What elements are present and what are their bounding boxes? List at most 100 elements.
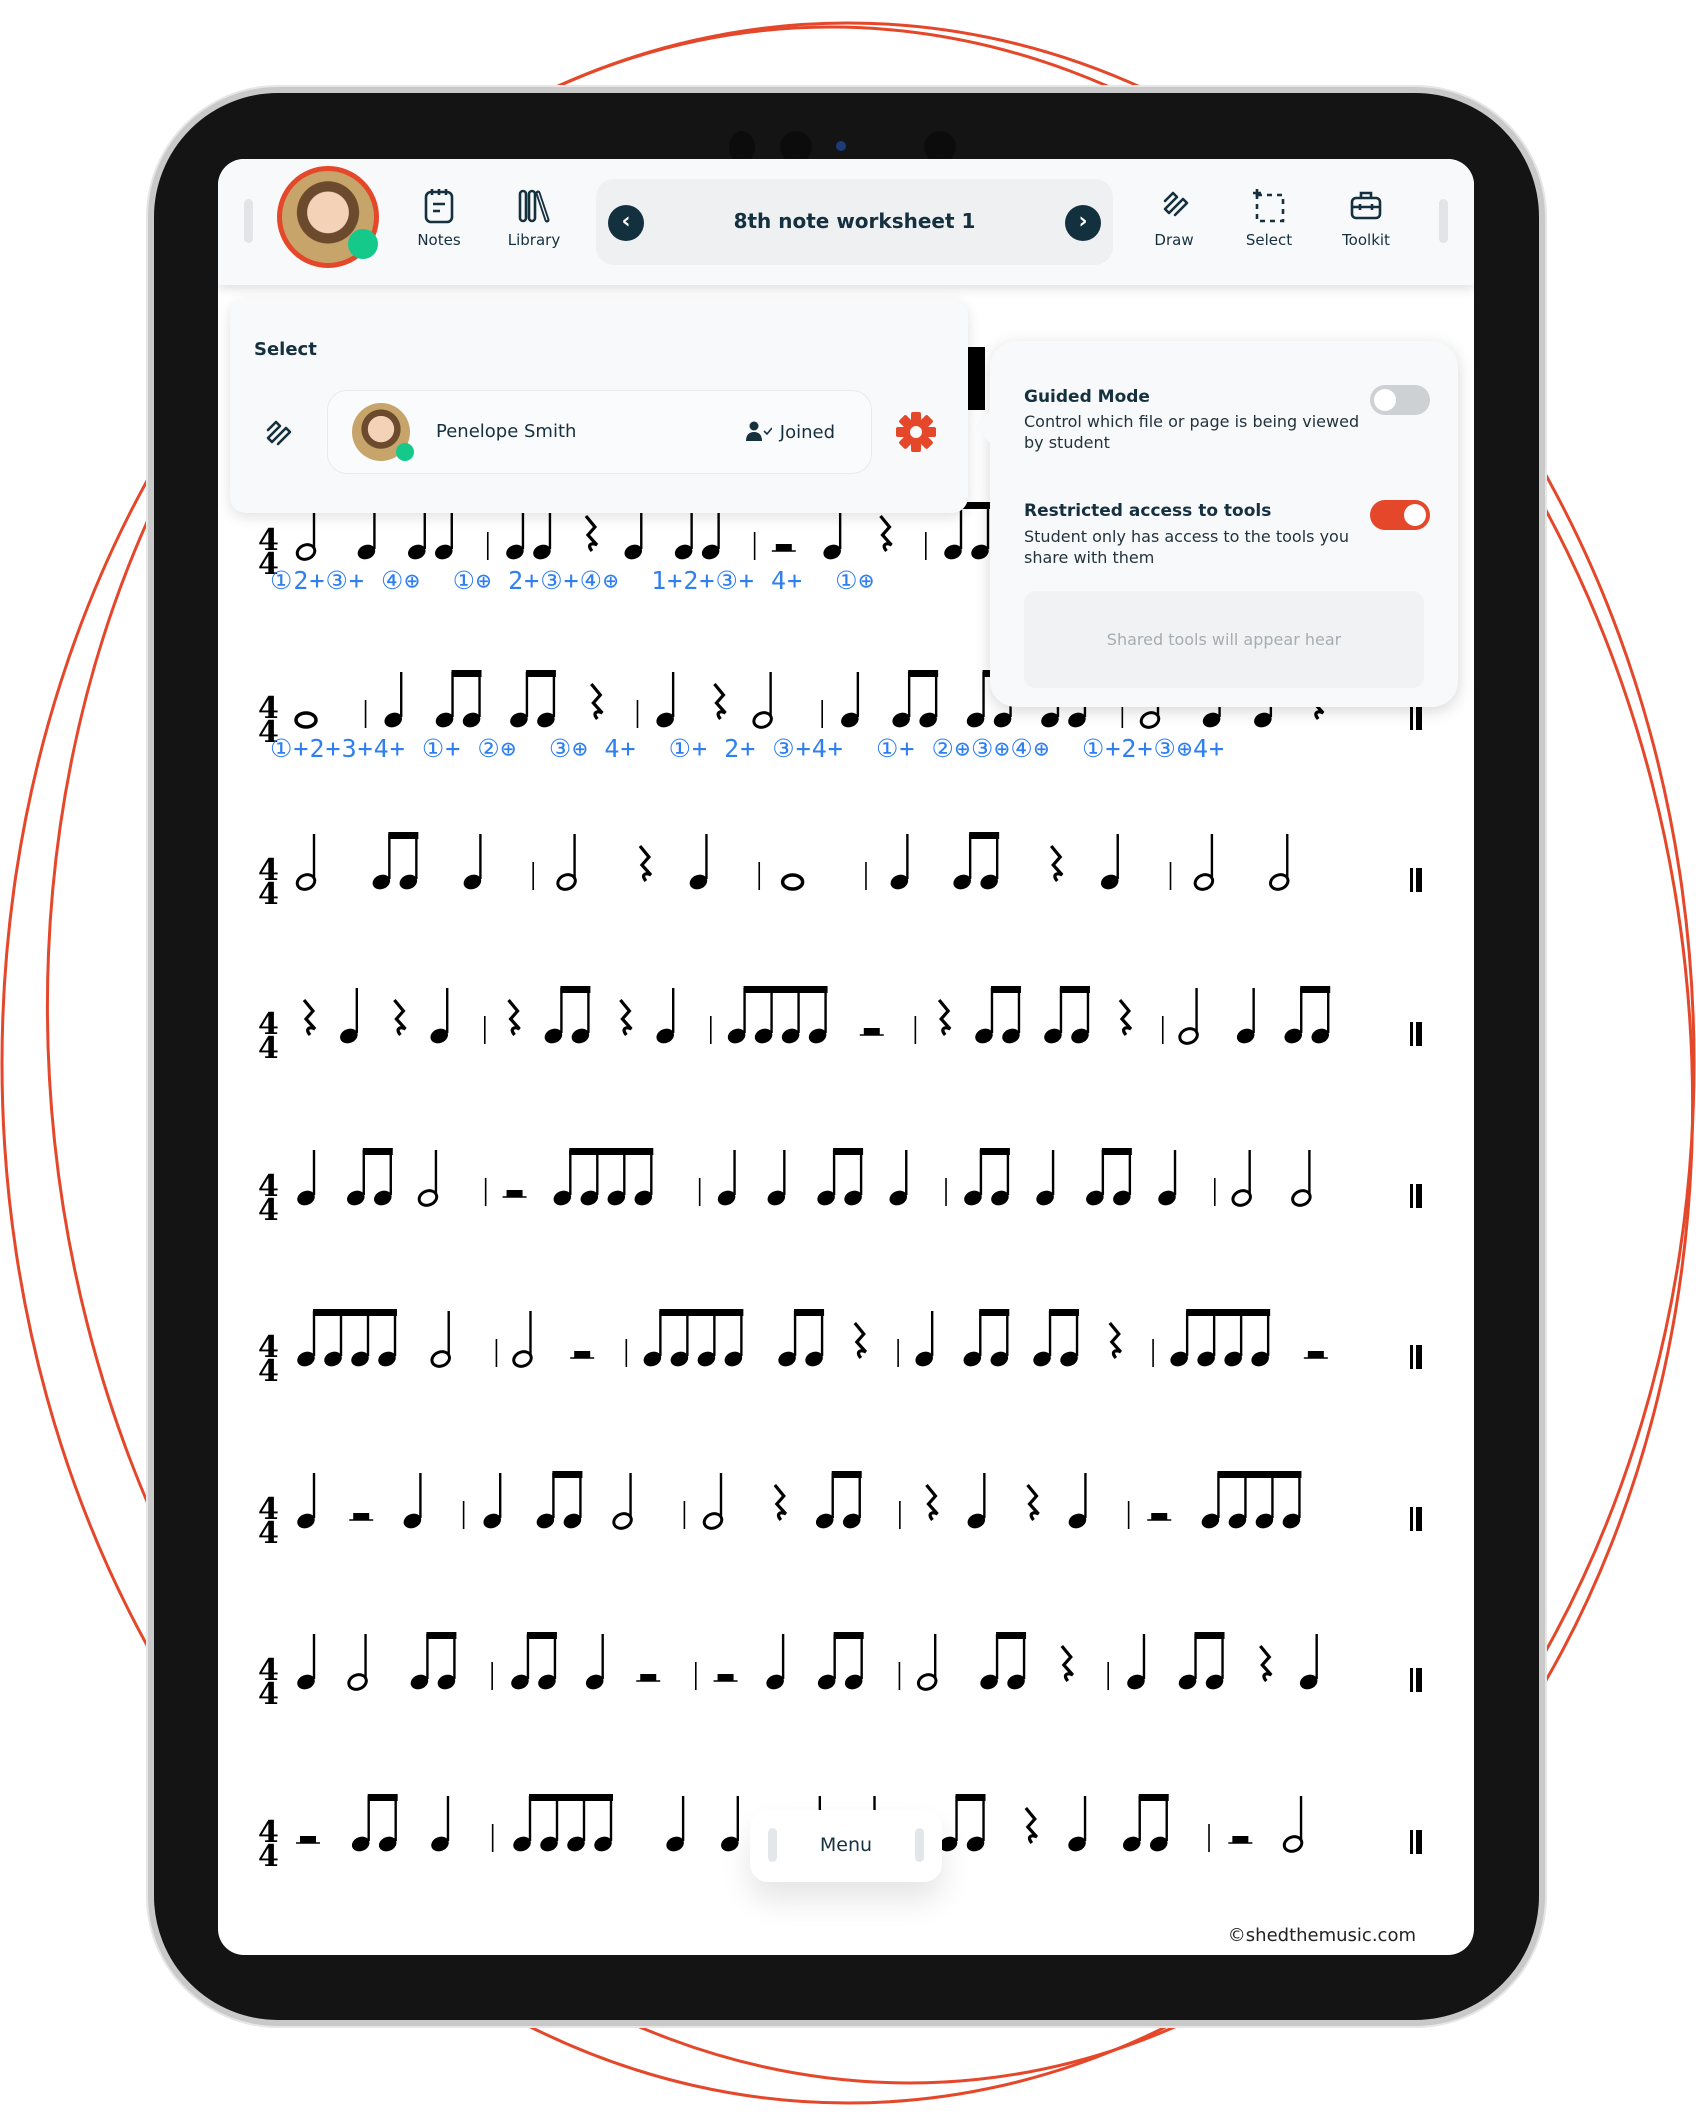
- menu-label: Menu: [819, 1834, 873, 1856]
- draw-button[interactable]: Draw: [1129, 187, 1219, 249]
- half-rest: [300, 1836, 316, 1843]
- final-barline: [1416, 1184, 1422, 1208]
- handwritten-counting-annotation: ①+2+3+4+ ①+ ②⊕ ③⊕ 4+ ①+ 2+ ③+4+ ①+ ②⊕③⊕④…: [270, 734, 1226, 763]
- student-avatar: [352, 403, 414, 461]
- whole-note: [294, 711, 318, 729]
- quarter-rest: [1026, 1483, 1040, 1522]
- time-signature-bottom: 4: [258, 1031, 279, 1066]
- draw-squiggle-icon: [1163, 191, 1189, 217]
- beam: [969, 832, 1000, 839]
- notes-label: Notes: [417, 231, 461, 249]
- beam: [833, 1148, 864, 1155]
- quarter-rest: [638, 844, 653, 883]
- quarter-rest: [773, 1483, 788, 1522]
- beam: [1194, 1632, 1225, 1639]
- beam: [526, 1632, 557, 1639]
- half-rest: [506, 1190, 523, 1197]
- drag-handle[interactable]: [1439, 199, 1448, 243]
- final-barline: [1410, 1668, 1413, 1692]
- quarter-rest: [1108, 1321, 1122, 1360]
- time-signature-bottom: 4: [258, 877, 279, 912]
- beam: [996, 1632, 1027, 1639]
- student-settings-panel: Guided Mode Control which file or page i…: [974, 341, 1458, 707]
- student-card[interactable]: Penelope Smith Joined: [327, 390, 872, 474]
- library-icon: [518, 189, 550, 223]
- half-rest: [1151, 1513, 1168, 1520]
- beam: [908, 670, 939, 677]
- user-check-icon: [745, 421, 773, 441]
- quarter-rest: [1024, 1806, 1039, 1845]
- beam: [313, 1309, 397, 1316]
- time-signature-bottom: 4: [258, 1354, 279, 1389]
- beam: [659, 1309, 744, 1316]
- toggle-knob: [1374, 389, 1396, 411]
- beam: [979, 1148, 1010, 1155]
- beam: [990, 986, 1021, 993]
- student-avatar[interactable]: [277, 166, 379, 268]
- handwritten-counting-annotation: ①2+③+ ④⊕ ①⊕ 2+③+④⊕ 1+2+③+ 4+ ①⊕: [270, 566, 875, 595]
- quarter-rest: [584, 514, 599, 553]
- half-rest: [717, 1674, 734, 1681]
- guided-mode-title: Guided Mode: [1024, 387, 1150, 407]
- beam: [831, 1471, 862, 1478]
- gear-icon[interactable]: [895, 411, 937, 453]
- quarter-rest: [713, 682, 727, 721]
- library-label: Library: [507, 231, 561, 249]
- joined-status: Joined: [745, 421, 835, 443]
- quarter-rest: [1060, 1644, 1074, 1683]
- menu-button[interactable]: Menu: [750, 1810, 942, 1882]
- top-toolbar: Notes Library ‹ 8th note worksheet 1 › D…: [218, 159, 1474, 285]
- draw-squiggle-icon[interactable]: [260, 415, 294, 455]
- guided-mode-toggle[interactable]: [1370, 385, 1430, 415]
- beam: [552, 1471, 583, 1478]
- quarter-rest: [925, 1483, 939, 1522]
- beam: [1049, 1309, 1080, 1316]
- final-barline: [1410, 1830, 1413, 1854]
- online-indicator: [396, 443, 414, 461]
- select-button[interactable]: Select: [1224, 187, 1314, 249]
- beam: [525, 670, 556, 677]
- draw-label: Draw: [1154, 231, 1194, 249]
- time-signature-bottom: 4: [258, 1193, 279, 1228]
- drag-handle: [915, 1828, 924, 1862]
- quarter-rest: [619, 998, 633, 1037]
- music-row: 44: [258, 986, 1422, 1066]
- beam: [560, 986, 591, 993]
- final-barline: [1410, 1507, 1413, 1531]
- half-rest: [775, 544, 792, 551]
- beam: [743, 986, 828, 993]
- half-rest: [1307, 1351, 1324, 1358]
- quarter-rest: [853, 1321, 868, 1360]
- quarter-rest: [393, 998, 407, 1037]
- restricted-tools-title: Restricted access to tools: [1024, 501, 1272, 521]
- select-panel-heading: Select: [254, 339, 317, 360]
- notes-button[interactable]: Notes: [394, 187, 484, 249]
- final-barline: [1410, 868, 1413, 892]
- quarter-rest: [937, 998, 952, 1037]
- music-row: 44: [258, 1148, 1422, 1228]
- quarter-rest: [1049, 844, 1064, 883]
- next-page-button[interactable]: ›: [1065, 205, 1101, 241]
- final-barline: [1416, 1668, 1422, 1692]
- final-barline: [1416, 1345, 1422, 1369]
- quarter-rest: [507, 998, 521, 1037]
- library-button[interactable]: Library: [489, 187, 579, 249]
- final-barline: [1416, 1830, 1422, 1854]
- time-signature-bottom: 4: [258, 1677, 279, 1712]
- beam: [1217, 1471, 1302, 1478]
- guided-mode-description: Control which file or page is being view…: [1024, 412, 1360, 452]
- restricted-tools-toggle[interactable]: [1370, 500, 1430, 530]
- final-barline: [1410, 1184, 1413, 1208]
- toolkit-button[interactable]: Toolkit: [1321, 187, 1411, 249]
- beam: [451, 670, 482, 677]
- online-indicator: [348, 229, 378, 259]
- half-rest: [1232, 1836, 1249, 1843]
- chevron-right-icon: ›: [1078, 209, 1088, 234]
- final-barline: [1416, 706, 1422, 730]
- drag-handle[interactable]: [244, 199, 253, 243]
- camera-lens: [836, 141, 846, 151]
- copyright-text: ©shedthemusic.com: [1227, 1925, 1416, 1946]
- final-barline: [1416, 868, 1422, 892]
- beam: [1101, 1148, 1132, 1155]
- final-barline: [1410, 1022, 1413, 1046]
